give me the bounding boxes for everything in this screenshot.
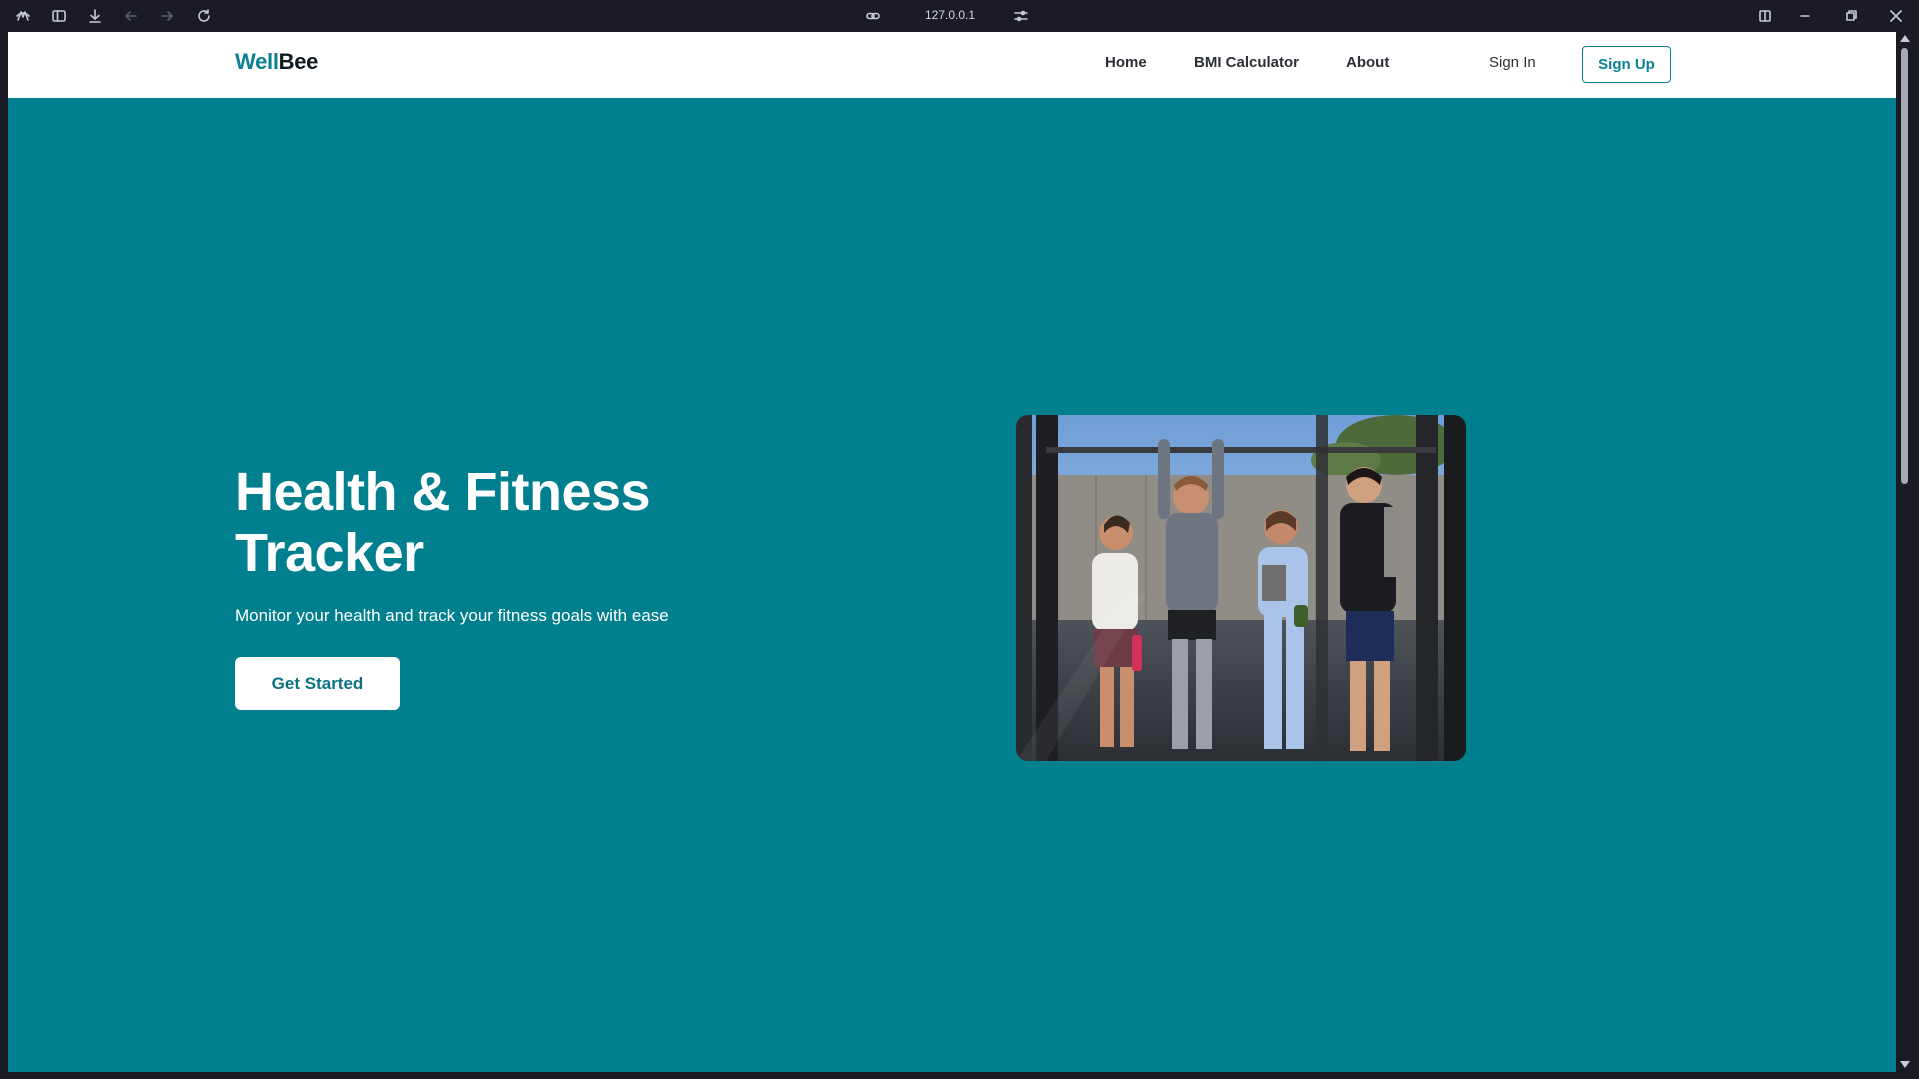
sign-up-button[interactable]: Sign Up xyxy=(1582,46,1671,83)
back-icon[interactable] xyxy=(122,7,140,25)
hero-image xyxy=(1016,415,1466,761)
close-icon[interactable] xyxy=(1887,7,1905,25)
get-started-button[interactable]: Get Started xyxy=(235,657,400,710)
logo-text-well: Well xyxy=(235,49,279,74)
hero-title-line-2: Tracker xyxy=(235,523,424,583)
link-icon[interactable] xyxy=(864,7,882,25)
page-viewport: WellBee Home BMI Calculator About Sign I… xyxy=(8,32,1896,1072)
page-scrollbar[interactable] xyxy=(1898,32,1912,1072)
browser-toolbar: 127.0.0.1 xyxy=(0,0,1919,32)
minimize-icon[interactable] xyxy=(1796,7,1814,25)
hero-subtitle: Monitor your health and track your fitne… xyxy=(235,606,669,625)
app-logo-icon[interactable] xyxy=(14,7,32,25)
scroll-down-arrow-icon[interactable] xyxy=(1900,1061,1910,1068)
hero-title: Health & Fitness Tracker xyxy=(235,462,835,584)
download-icon[interactable] xyxy=(86,7,104,25)
logo-text-bee: Bee xyxy=(278,49,319,74)
sign-in-link[interactable]: Sign In xyxy=(1489,54,1536,71)
address-bar[interactable]: 127.0.0.1 xyxy=(910,8,990,22)
maximize-icon[interactable] xyxy=(1842,7,1860,25)
reload-icon[interactable] xyxy=(195,7,213,25)
scrollbar-thumb[interactable] xyxy=(1901,48,1908,484)
forward-icon[interactable] xyxy=(158,7,176,25)
nav-link-home[interactable]: Home xyxy=(1105,54,1147,71)
scroll-up-arrow-icon[interactable] xyxy=(1900,35,1910,42)
nav-link-bmi-calculator[interactable]: BMI Calculator xyxy=(1194,54,1299,71)
site-settings-icon[interactable] xyxy=(1012,7,1030,25)
site-logo[interactable]: WellBee xyxy=(235,49,318,75)
nav-link-about[interactable]: About xyxy=(1346,54,1389,71)
sidebar-toggle-icon[interactable] xyxy=(50,7,68,25)
hero-photo-illustration xyxy=(1016,415,1466,761)
navbar: WellBee Home BMI Calculator About Sign I… xyxy=(8,32,1896,98)
split-view-icon[interactable] xyxy=(1756,7,1774,25)
hero-title-line-1: Health & Fitness xyxy=(235,462,651,522)
